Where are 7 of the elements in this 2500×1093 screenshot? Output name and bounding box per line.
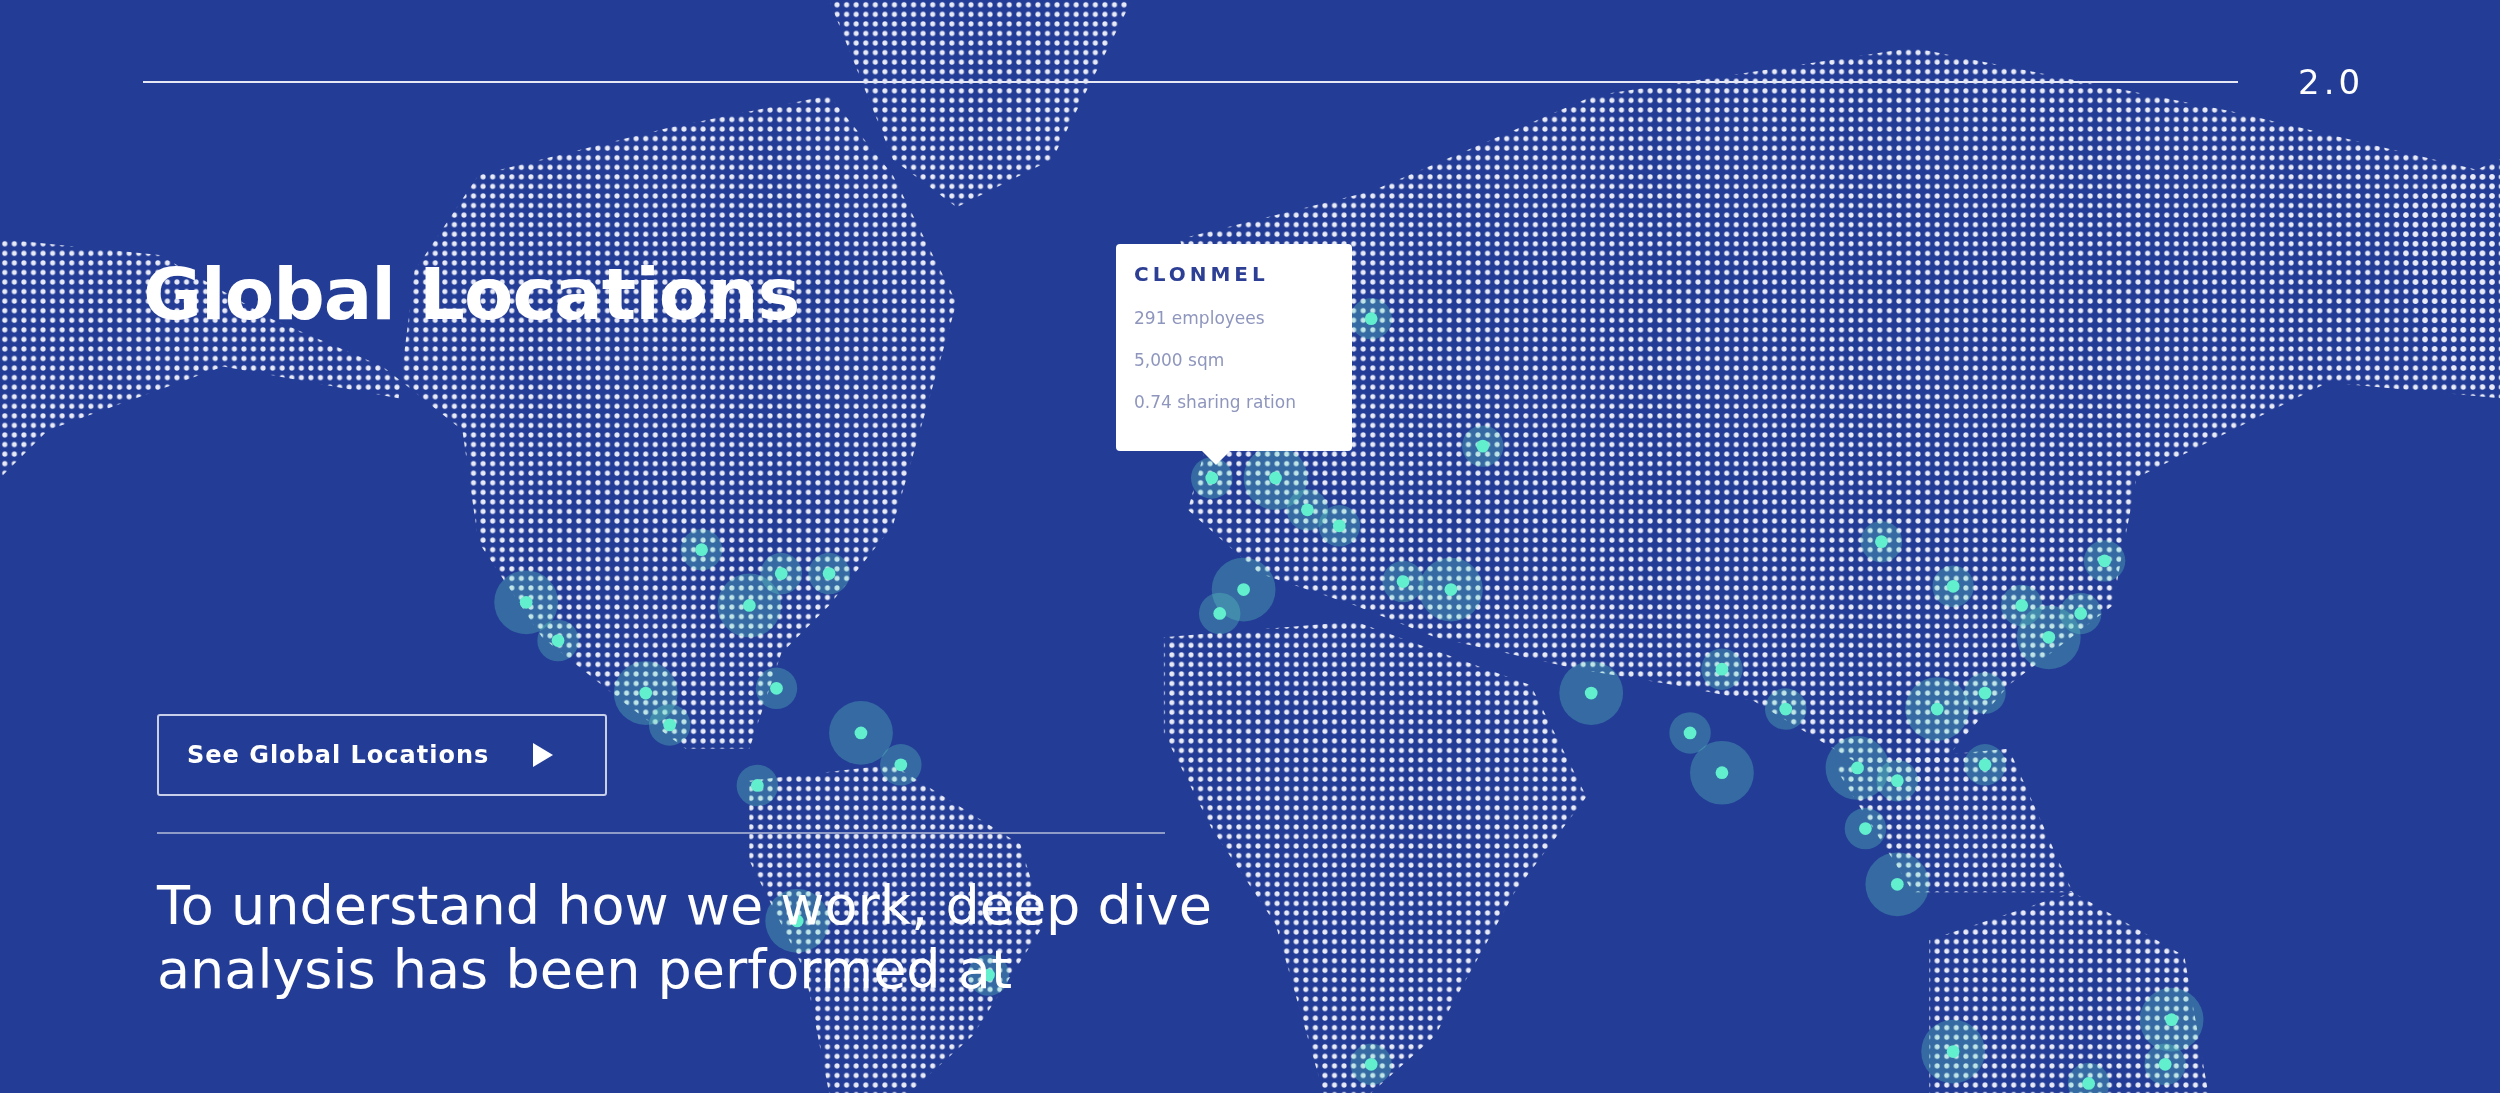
location-stat: 5,000 sqm [1134, 350, 1225, 370]
page-title: Global Locations [143, 252, 800, 336]
see-locations-button[interactable]: See Global Locations [157, 714, 607, 796]
section-number: 2.0 [2298, 62, 2365, 102]
location-stat: 291 employees [1134, 308, 1265, 328]
location-stat: 0.74 sharing ration [1134, 392, 1296, 412]
location-name: CLONMEL [1134, 262, 1269, 286]
